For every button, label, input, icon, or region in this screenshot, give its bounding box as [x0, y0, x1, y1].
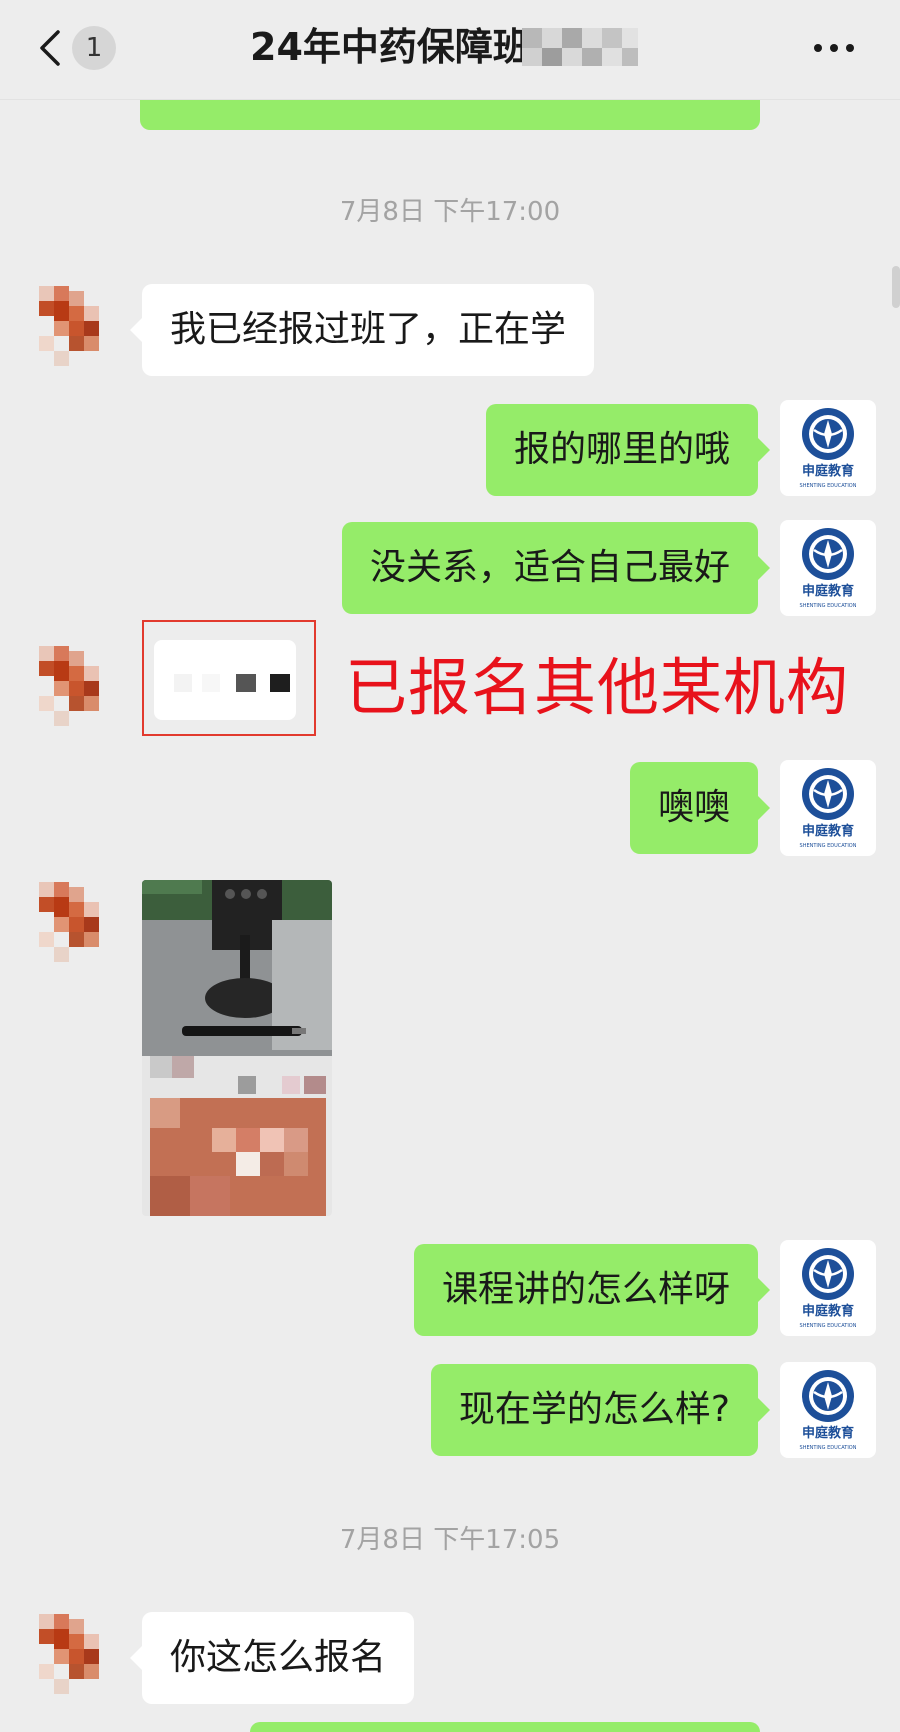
brand-avatar[interactable]: 申庭教育 SHENTING EDUCATION: [780, 760, 876, 856]
brand-avatar[interactable]: 申庭教育 SHENTING EDUCATION: [780, 1240, 876, 1336]
title-mosaic: [522, 28, 638, 66]
image-message[interactable]: [142, 880, 332, 1216]
svg-text:SHENTING EDUCATION: SHENTING EDUCATION: [800, 1445, 857, 1451]
timestamp: 7月8日 下午17:05: [339, 1525, 561, 1555]
back-arrow-icon[interactable]: [30, 26, 70, 70]
message-bubble-received[interactable]: 我已经报过班了，正在学: [129, 284, 595, 376]
unread-count-badge[interactable]: 1: [72, 26, 116, 70]
message-bubble-redacted[interactable]: [154, 640, 296, 720]
message-bubble-sent[interactable]: 报的哪里的哦: [485, 404, 771, 496]
more-options-icon[interactable]: [810, 30, 858, 66]
shenting-logo-icon: 申庭教育 SHENTING EDUCATION: [800, 1248, 857, 1329]
shenting-logo-icon: 申庭教育 SHENTING EDUCATION: [800, 528, 857, 609]
shenting-logo-icon: 申庭教育 SHENTING EDUCATION: [800, 768, 857, 849]
contact-avatar[interactable]: [24, 872, 114, 972]
chat-title: 24年中药保障班: [250, 25, 531, 69]
message-bubble-sent[interactable]: 噢噢: [629, 762, 771, 854]
timestamp: 7月8日 下午17:00: [339, 197, 561, 227]
mosaic-redaction: [174, 674, 290, 692]
svg-text:申庭教育: 申庭教育: [802, 1425, 854, 1441]
brand-avatar[interactable]: 申庭教育 SHENTING EDUCATION: [780, 400, 876, 496]
message-bubble-received[interactable]: 你这怎么报名: [129, 1612, 415, 1704]
svg-text:SHENTING EDUCATION: SHENTING EDUCATION: [800, 483, 857, 489]
chat-header: 1 24年中药保障班: [0, 0, 900, 100]
brand-avatar[interactable]: 申庭教育 SHENTING EDUCATION: [780, 1362, 876, 1458]
svg-text:申庭教育: 申庭教育: [802, 1303, 854, 1319]
svg-text:申庭教育: 申庭教育: [802, 463, 854, 479]
brand-avatar[interactable]: 申庭教育 SHENTING EDUCATION: [780, 520, 876, 616]
contact-avatar[interactable]: [24, 1604, 114, 1704]
message-bubble-sent[interactable]: 课程讲的怎么样呀: [413, 1244, 771, 1336]
svg-text:SHENTING EDUCATION: SHENTING EDUCATION: [800, 843, 857, 849]
highlight-box: [142, 620, 316, 736]
shenting-logo-icon: 申庭教育 SHENTING EDUCATION: [800, 408, 857, 489]
contact-avatar[interactable]: [24, 276, 114, 376]
svg-text:SHENTING EDUCATION: SHENTING EDUCATION: [800, 603, 857, 609]
annotation-label: 已报名其他某机构: [345, 651, 850, 724]
message-bubble-partial[interactable]: [140, 100, 760, 130]
svg-text:SHENTING EDUCATION: SHENTING EDUCATION: [800, 1323, 857, 1329]
shenting-logo-icon: 申庭教育 SHENTING EDUCATION: [800, 1370, 857, 1451]
contact-avatar[interactable]: [24, 636, 114, 736]
svg-text:申庭教育: 申庭教育: [802, 583, 854, 599]
svg-text:申庭教育: 申庭教育: [802, 823, 854, 839]
scrollbar[interactable]: [892, 266, 900, 308]
message-bubble-sent[interactable]: 没关系，适合自己最好: [341, 522, 771, 614]
message-bubble-partial[interactable]: [250, 1722, 760, 1732]
message-bubble-sent[interactable]: 现在学的怎么样?: [430, 1364, 771, 1456]
photo-content: [142, 880, 332, 1216]
